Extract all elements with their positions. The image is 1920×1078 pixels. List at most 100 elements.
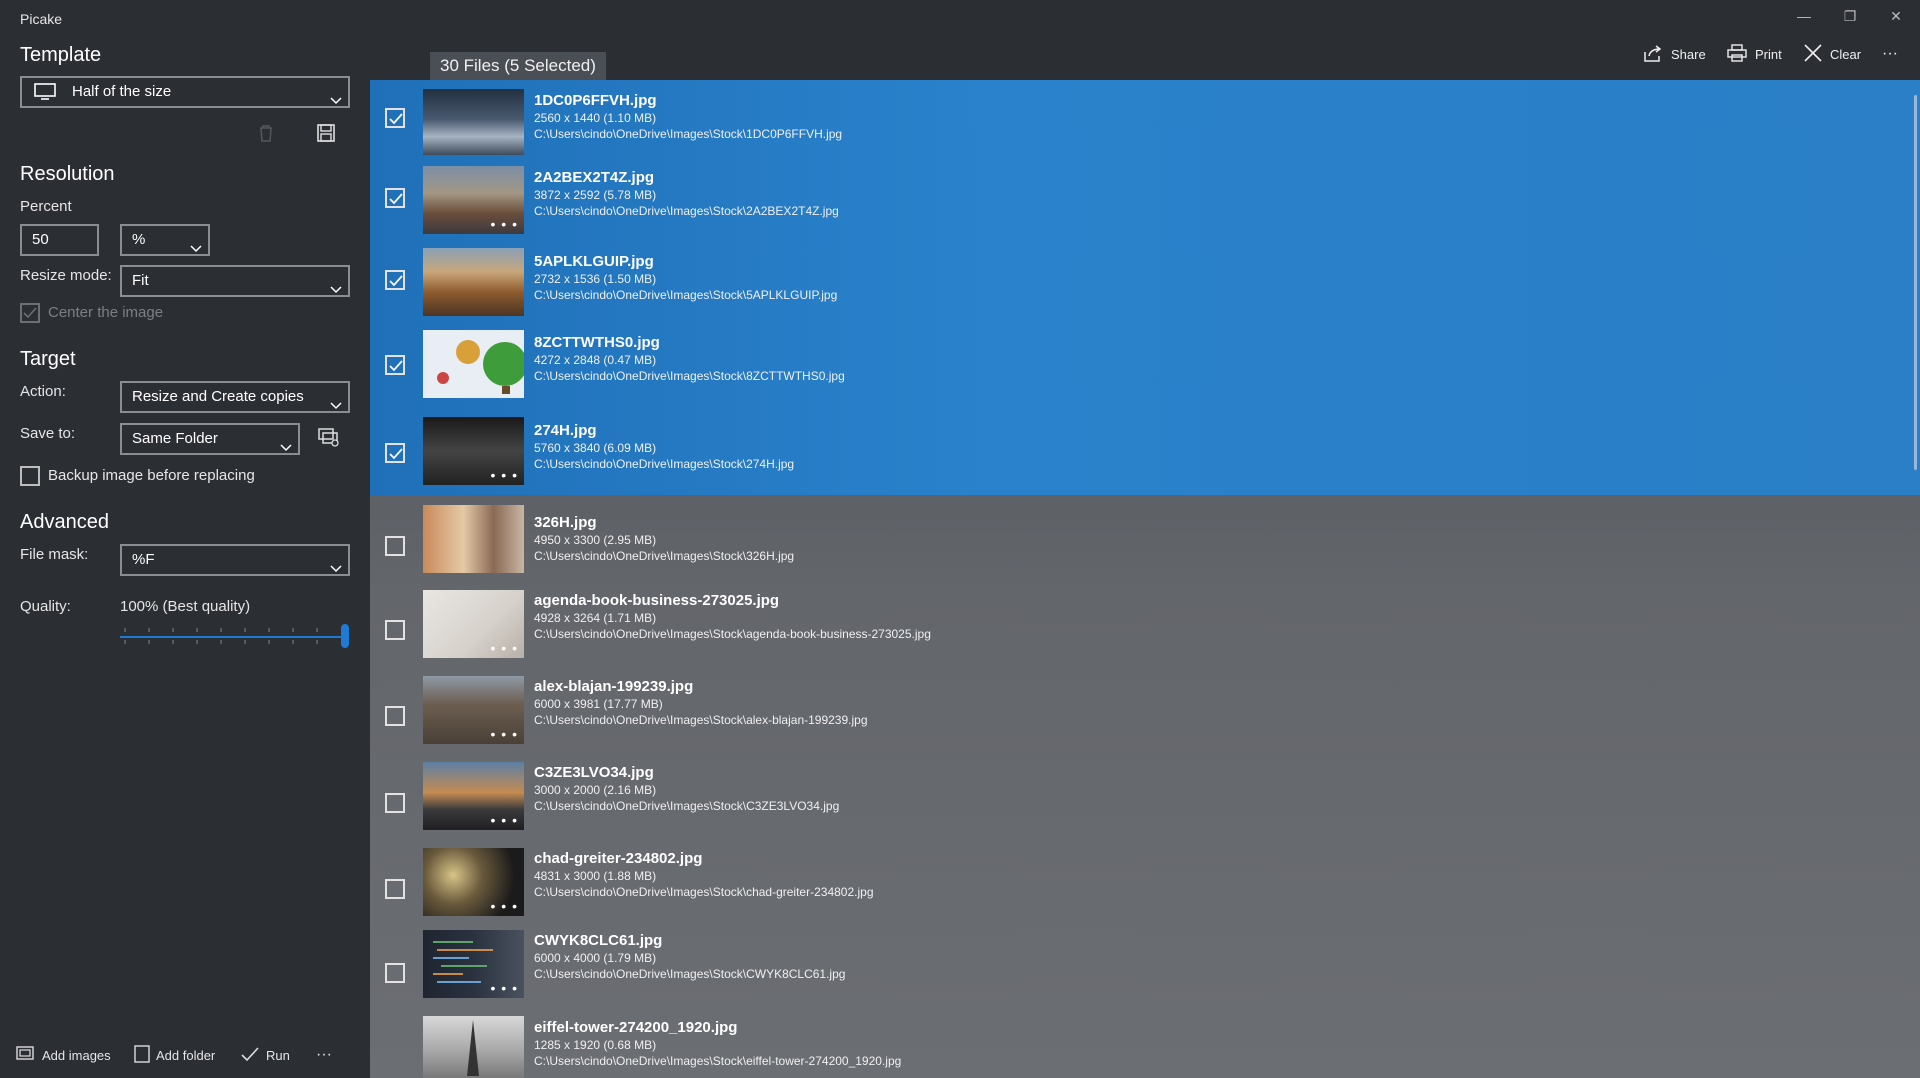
file-row[interactable]: 5APLKLGUIP.jpg 2732 x 1536 (1.50 MB) C:\… [370,237,1920,322]
action-value: Resize and Create copies [132,388,304,405]
file-row[interactable]: • • • 2A2BEX2T4Z.jpg 3872 x 2592 (5.78 M… [370,155,1920,237]
file-path: C:\Users\cindo\OneDrive\Images\Stock\274… [534,457,795,471]
resize-mode-dropdown[interactable]: Fit [120,265,350,297]
thumbnail-image: • • • [423,590,524,658]
file-row[interactable]: 1DC0P6FFVH.jpg 2560 x 1440 (1.10 MB) C:\… [370,80,1920,157]
settings-panel: Picake Template Half of the size Resolut… [0,0,370,1078]
unit-value: % [132,231,146,248]
save-to-value: Same Folder [132,430,218,447]
file-row[interactable]: • • • C3ZE3LVO34.jpg 3000 x 2000 (2.16 M… [370,754,1920,841]
row-checkbox[interactable] [385,879,405,899]
close-window-button[interactable]: ✕ [1882,6,1910,26]
save-template-button[interactable] [312,121,340,149]
trash-icon [258,124,274,147]
choose-folder-button[interactable] [315,425,343,453]
file-list: 1DC0P6FFVH.jpg 2560 x 1440 (1.10 MB) C:\… [370,80,1920,1078]
file-name: C3ZE3LVO34.jpg [534,764,654,781]
row-checkbox[interactable] [385,536,405,556]
row-checkbox[interactable] [385,620,405,640]
file-name: 326H.jpg [534,514,597,531]
file-path: C:\Users\cindo\OneDrive\Images\Stock\5AP… [534,288,838,302]
file-path: C:\Users\cindo\OneDrive\Images\Stock\eif… [534,1054,902,1068]
file-dimensions: 4272 x 2848 (0.47 MB) [534,353,657,367]
share-button[interactable]: Share [1643,42,1706,66]
thumbnail-more-icon[interactable]: • • • [491,467,518,483]
save-icon [317,123,335,147]
resize-mode-label: Resize mode: [20,267,112,284]
file-row[interactable]: 326H.jpg 4950 x 3300 (2.95 MB) C:\Users\… [370,495,1920,582]
monitor-icon [34,83,56,111]
file-dimensions: 2732 x 1536 (1.50 MB) [534,272,657,286]
action-label: Action: [20,383,66,400]
add-folder-button[interactable]: Add folder [134,1040,215,1070]
target-heading: Target [20,348,76,370]
template-dropdown[interactable]: Half of the size [20,76,350,108]
quality-slider-thumb[interactable] [341,624,349,648]
thumbnail-more-icon[interactable]: • • • [491,812,518,828]
restore-button[interactable]: ❐ [1836,6,1864,26]
row-checkbox[interactable] [385,793,405,813]
row-checkbox[interactable] [385,963,405,983]
thumbnail-more-icon[interactable]: • • • [491,898,518,914]
row-checkbox[interactable] [385,188,405,208]
unit-dropdown[interactable]: % [120,224,210,256]
save-to-label: Save to: [20,425,76,442]
file-name: 8ZCTTWTHS0.jpg [534,334,660,351]
file-row[interactable]: • • • CWYK8CLC61.jpg 6000 x 4000 (1.79 M… [370,923,1920,1009]
run-button[interactable]: Run [240,1040,290,1070]
print-label: Print [1755,46,1782,62]
file-dimensions: 4950 x 3300 (2.95 MB) [534,533,657,547]
add-folder-label: Add folder [156,1047,216,1063]
row-checkbox[interactable] [385,270,405,290]
center-image-label: Center the image [48,304,164,321]
file-mask-dropdown[interactable]: %F [120,544,350,576]
file-row[interactable]: • • • alex-blajan-199239.jpg 6000 x 3981… [370,668,1920,754]
clear-button[interactable]: Clear [1804,42,1861,66]
more-commands-button[interactable]: ··· [1882,42,1898,66]
more-options-button[interactable]: ··· [316,1040,332,1070]
action-dropdown[interactable]: Resize and Create copies [120,381,350,413]
thumbnail-more-icon[interactable]: • • • [491,726,518,742]
center-image-checkbox[interactable] [20,303,40,323]
file-row[interactable]: • • • chad-greiter-234802.jpg 4831 x 300… [370,841,1920,923]
add-images-button[interactable]: Add images [16,1040,111,1070]
row-checkbox[interactable] [385,108,405,128]
file-dimensions: 4928 x 3264 (1.71 MB) [534,611,657,625]
thumbnail-image [423,89,524,157]
file-row[interactable]: eiffel-tower-274200_1920.jpg 1285 x 1920… [370,1009,1920,1078]
list-scrollbar[interactable] [1914,95,1917,470]
check-icon [389,360,403,372]
save-to-dropdown[interactable]: Same Folder [120,423,300,455]
thumbnail-image [423,1016,524,1078]
row-checkbox[interactable] [385,355,405,375]
bottom-command-bar: Add images Add folder Run ··· [0,1040,370,1070]
backup-label: Backup image before replacing [48,467,255,484]
thumbnail-more-icon[interactable]: • • • [491,640,518,656]
check-icon [389,193,403,205]
delete-template-button[interactable] [252,121,280,149]
row-checkbox[interactable] [385,706,405,726]
file-path: C:\Users\cindo\OneDrive\Images\Stock\ale… [534,713,868,727]
thumbnail-image [423,330,524,398]
thumbnail-image [423,248,524,316]
thumbnail-more-icon[interactable]: • • • [491,980,518,996]
quality-slider-track[interactable] [120,636,346,638]
file-name: eiffel-tower-274200_1920.jpg [534,1019,738,1036]
chevron-down-icon [280,434,292,452]
quality-label: Quality: [20,598,71,615]
file-row[interactable]: • • • 274H.jpg 5760 x 3840 (6.09 MB) C:\… [370,409,1920,495]
chevron-down-icon [330,392,342,410]
minimize-button[interactable]: — [1790,6,1818,26]
file-list-panel: 30 Files (5 Selected) Share Print Clear … [370,0,1920,1078]
check-icon [389,275,403,287]
thumbnail-more-icon[interactable]: • • • [491,216,518,232]
template-heading: Template [20,44,102,66]
print-button[interactable]: Print [1727,42,1782,66]
row-checkbox[interactable] [385,443,405,463]
file-mask-value: %F [132,551,155,568]
percent-input[interactable]: 50 [20,224,99,256]
file-row[interactable]: 8ZCTTWTHS0.jpg 4272 x 2848 (0.47 MB) C:\… [370,322,1920,409]
resolution-heading: Resolution [20,163,115,185]
file-row[interactable]: • • • agenda-book-business-273025.jpg 49… [370,582,1920,668]
backup-checkbox[interactable] [20,466,40,486]
